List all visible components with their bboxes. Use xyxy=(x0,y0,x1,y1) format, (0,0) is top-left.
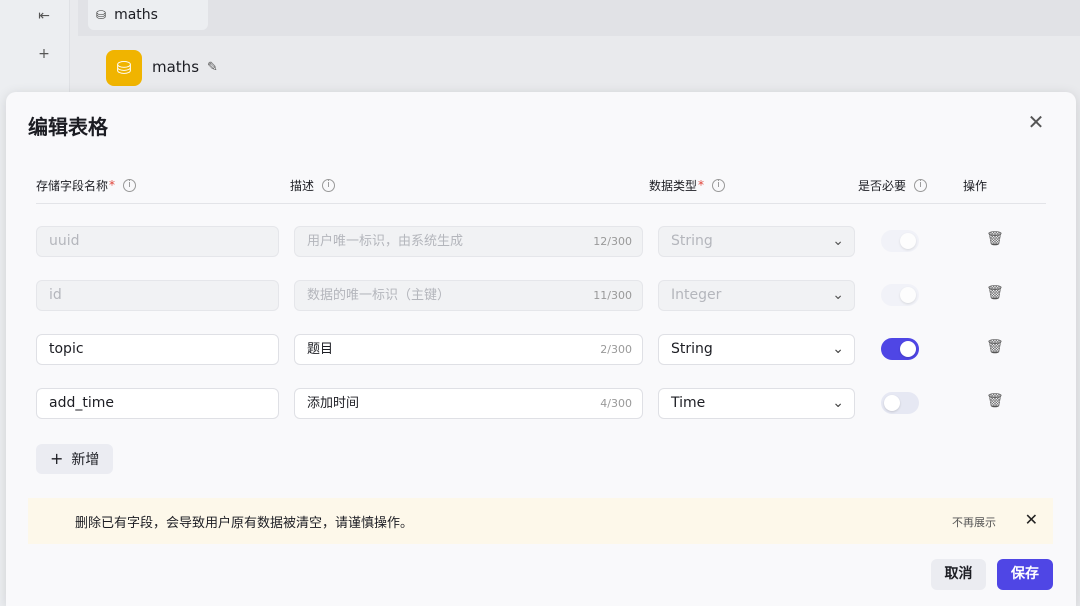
save-button[interactable]: 保存 xyxy=(997,559,1053,590)
dialog-title: 编辑表格 xyxy=(28,115,108,139)
required-mark: * xyxy=(109,178,116,192)
toggle-knob xyxy=(884,395,900,411)
data-type-select[interactable]: String ⌄ xyxy=(658,334,855,365)
header-description-label: 描述 xyxy=(290,178,315,193)
edit-icon[interactable]: ✎ xyxy=(207,60,218,75)
add-field-label: 新增 xyxy=(71,452,100,468)
field-name-input: id xyxy=(36,280,279,311)
data-type-value: String xyxy=(671,233,713,249)
required-toggle[interactable] xyxy=(881,392,919,414)
required-toggle xyxy=(881,230,919,252)
trash-icon[interactable]: 🗑 xyxy=(986,231,1004,249)
table-row: uuid 用户唯一标识，由系统生成 12/300 String ⌄ 🗑 xyxy=(36,226,1046,258)
toggle-knob xyxy=(900,233,916,249)
info-icon[interactable]: i xyxy=(123,178,137,192)
description-text: 题目 xyxy=(307,342,334,357)
data-type-value: Integer xyxy=(671,287,722,303)
field-name-input[interactable]: topic xyxy=(36,334,279,365)
data-type-select[interactable]: Time ⌄ xyxy=(658,388,855,419)
header-required-label: 是否必要 xyxy=(858,178,907,193)
description-text: 用户唯一标识，由系统生成 xyxy=(307,234,464,249)
tab-bar xyxy=(78,0,1080,36)
chevron-down-icon: ⌄ xyxy=(832,341,844,357)
header-data-type: 数据类型 * i xyxy=(649,176,726,194)
edit-table-dialog: 编辑表格 ✕ 存储字段名称 * i 描述 i 数据类型 * i 是否必要 i 操作 … xyxy=(6,92,1076,606)
chevron-down-icon: ⌄ xyxy=(832,287,844,303)
chevron-down-icon: ⌄ xyxy=(832,395,844,411)
header-actions: 操作 xyxy=(963,176,987,194)
header-field-name: 存储字段名称 * i xyxy=(36,176,137,194)
header-description: 描述 i xyxy=(290,176,336,194)
database-icon: ⛁ xyxy=(96,8,107,22)
description-text: 添加时间 xyxy=(307,396,360,411)
trash-icon[interactable]: 🗑 xyxy=(986,393,1004,411)
database-avatar-icon: ⛁ xyxy=(106,50,142,86)
cancel-button[interactable]: 取消 xyxy=(931,559,986,590)
chevron-down-icon: ⌄ xyxy=(832,233,844,249)
info-icon[interactable]: i xyxy=(914,178,928,192)
collapse-sidebar-icon[interactable]: ⇤ xyxy=(30,4,58,28)
warning-text: 删除已有字段，会导致用户原有数据被清空，请谨慎操作。 xyxy=(75,516,414,531)
add-field-button[interactable]: + 新增 xyxy=(36,444,113,474)
table-header: 存储字段名称 * i 描述 i 数据类型 * i 是否必要 i 操作 xyxy=(36,176,1046,204)
header-field-name-label: 存储字段名称 xyxy=(36,178,109,193)
plus-icon: + xyxy=(50,449,64,468)
add-icon[interactable]: + xyxy=(30,42,58,66)
database-title-text: maths xyxy=(152,58,200,76)
required-toggle[interactable] xyxy=(881,338,919,360)
header-required: 是否必要 i xyxy=(858,176,928,194)
required-mark: * xyxy=(698,178,705,192)
data-type-select: String ⌄ xyxy=(658,226,855,257)
char-count: 2/300 xyxy=(600,343,632,356)
char-count: 4/300 xyxy=(600,397,632,410)
description-input[interactable]: 添加时间 4/300 xyxy=(294,388,643,419)
header-data-type-label: 数据类型 xyxy=(649,178,698,193)
description-text: 数据的唯一标识（主键） xyxy=(307,288,451,303)
description-input: 数据的唯一标识（主键） 11/300 xyxy=(294,280,643,311)
table-row: topic 题目 2/300 String ⌄ 🗑 xyxy=(36,334,1046,366)
data-type-value: Time xyxy=(671,395,706,411)
database-title: maths ✎ xyxy=(152,58,218,76)
char-count: 11/300 xyxy=(593,289,632,302)
data-type-select: Integer ⌄ xyxy=(658,280,855,311)
field-name-input[interactable]: add_time xyxy=(36,388,279,419)
toggle-knob xyxy=(900,341,916,357)
trash-icon[interactable]: 🗑 xyxy=(986,339,1004,357)
header-actions-label: 操作 xyxy=(963,178,988,193)
data-type-value: String xyxy=(671,341,713,357)
dont-show-again-link[interactable]: 不再展示 xyxy=(952,514,996,530)
close-icon[interactable]: ✕ xyxy=(1026,112,1046,132)
tab-maths[interactable]: ⛁ maths xyxy=(88,0,208,30)
table-row: add_time 添加时间 4/300 Time ⌄ 🗑 xyxy=(36,388,1046,420)
info-icon[interactable]: i xyxy=(322,178,336,192)
tab-label: maths xyxy=(114,7,158,23)
description-input: 用户唯一标识，由系统生成 12/300 xyxy=(294,226,643,257)
required-toggle xyxy=(881,284,919,306)
warning-banner: 删除已有字段，会导致用户原有数据被清空，请谨慎操作。 不再展示 ✕ xyxy=(28,498,1053,544)
info-icon[interactable]: i xyxy=(712,178,726,192)
table-row: id 数据的唯一标识（主键） 11/300 Integer ⌄ 🗑 xyxy=(36,280,1046,312)
toggle-knob xyxy=(900,287,916,303)
field-name-input: uuid xyxy=(36,226,279,257)
close-icon[interactable]: ✕ xyxy=(1025,510,1038,529)
trash-icon[interactable]: 🗑 xyxy=(986,285,1004,303)
char-count: 12/300 xyxy=(593,235,632,248)
description-input[interactable]: 题目 2/300 xyxy=(294,334,643,365)
